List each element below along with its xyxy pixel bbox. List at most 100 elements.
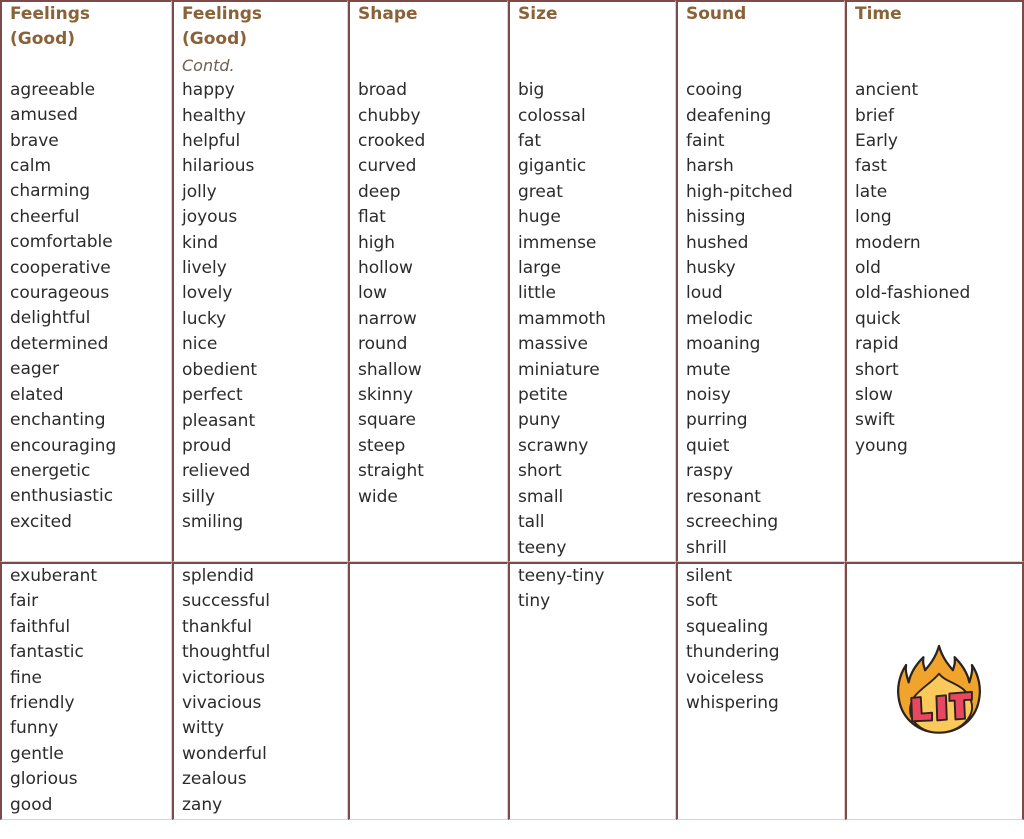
- column-note-contd: Contd.: [182, 55, 235, 75]
- column-title: Feelings: [182, 4, 263, 24]
- word-item: voiceless: [686, 667, 764, 688]
- word-item: perfect: [182, 385, 243, 406]
- word-item: immense: [518, 232, 597, 253]
- word-item: cheerful: [10, 206, 80, 227]
- column-header-feelings-good-2: Feelings (Good) Contd.: [182, 2, 347, 78]
- word-list-shape-a: broad chubby crooked curved deep flat high holl…: [358, 78, 507, 510]
- word-item: teeny: [518, 537, 567, 558]
- word-item: broad: [358, 80, 408, 101]
- word-item: high-pitched: [686, 181, 793, 202]
- header-spacer: [855, 27, 1022, 78]
- column-header-sound: Sound: [686, 2, 844, 27]
- word-item: squealing: [686, 616, 769, 637]
- word-item: enchanting: [10, 410, 106, 431]
- word-item: quick: [855, 308, 901, 329]
- word-item: fast: [855, 156, 887, 177]
- word-item: young: [855, 435, 908, 456]
- header-spacer: [686, 27, 844, 78]
- word-item: short: [855, 359, 899, 380]
- word-item: fantastic: [10, 642, 84, 663]
- word-item: big: [518, 80, 545, 101]
- column-header-shape: Shape: [358, 2, 507, 27]
- word-item: large: [518, 258, 562, 279]
- column-cell-sound: Sound cooing deafening faint harsh high-pitc…: [676, 0, 845, 562]
- column-header-feelings-good-1: Feelings (Good): [10, 2, 171, 53]
- word-list-size-b: teeny-tiny tiny: [518, 564, 675, 615]
- word-item: crooked: [358, 131, 426, 152]
- column-cell-feelings-good-1-cont: exuberant fair faithful fantastic fine friend…: [0, 561, 172, 820]
- word-item: elated: [10, 384, 64, 405]
- word-item: nice: [182, 334, 218, 355]
- lit-emoji-container: [855, 564, 1022, 819]
- word-item: slow: [855, 385, 893, 406]
- word-item: shallow: [358, 359, 422, 380]
- word-item: purring: [686, 410, 748, 431]
- word-item: relieved: [182, 461, 251, 482]
- word-item: faithful: [10, 616, 71, 637]
- word-item: high: [358, 232, 396, 253]
- word-item: great: [518, 181, 563, 202]
- word-item: enthusiastic: [10, 486, 114, 507]
- word-item: healthy: [182, 105, 246, 126]
- word-item: low: [358, 283, 388, 304]
- word-item: faint: [686, 131, 725, 152]
- word-item: gigantic: [518, 156, 587, 177]
- word-item: exuberant: [10, 565, 98, 586]
- word-item: silly: [182, 486, 216, 507]
- word-item: huge: [518, 207, 561, 228]
- word-list-feelings-good-2-a: happy healthy helpful hilarious jolly joyous k…: [182, 78, 347, 535]
- word-item: miniature: [518, 359, 600, 380]
- word-item: thankful: [182, 616, 252, 637]
- word-item: small: [518, 486, 564, 507]
- word-item: noisy: [686, 385, 731, 406]
- word-item: excited: [10, 511, 72, 532]
- word-item: lovely: [182, 283, 233, 304]
- word-item: narrow: [358, 308, 417, 329]
- column-cell-shape: Shape broad chubby crooked curved deep flat hi…: [348, 0, 508, 562]
- word-item: hilarious: [182, 156, 255, 177]
- word-item: skinny: [358, 385, 414, 406]
- word-item: victorious: [182, 667, 265, 688]
- column-title: Size: [518, 4, 558, 24]
- word-item: rapid: [855, 334, 899, 355]
- word-item: glorious: [10, 769, 78, 790]
- adjectives-table: Feelings (Good) agreeable amused brave calm…: [0, 0, 1024, 820]
- word-list-feelings-good-1-a: agreeable amused brave calm charming cheerful…: [10, 78, 171, 535]
- word-item: zany: [182, 794, 223, 815]
- word-item: little: [518, 283, 556, 304]
- word-item: petite: [518, 385, 568, 406]
- header-spacer: [10, 53, 171, 78]
- column-title: Time: [855, 4, 902, 24]
- word-item: encouraging: [10, 435, 117, 456]
- word-item: silent: [686, 565, 733, 586]
- word-item: thoughtful: [182, 642, 271, 663]
- word-item: husky: [686, 258, 736, 279]
- fire-lit-emoji-icon: [896, 645, 981, 735]
- column-cell-size: Size big colossal fat gigantic great huge imme…: [508, 0, 676, 562]
- word-item: witty: [182, 718, 225, 739]
- word-item: proud: [182, 435, 232, 456]
- column-cell-sound-cont: silent soft squealing thundering voiceless wh…: [676, 561, 845, 820]
- word-item: successful: [182, 591, 270, 612]
- word-item: hushed: [686, 232, 749, 253]
- word-item: wide: [358, 486, 398, 507]
- word-list-time-a: ancient brief Early fast late long modern old ol…: [855, 78, 1022, 459]
- word-item: resonant: [686, 486, 761, 507]
- word-item: harsh: [686, 156, 734, 177]
- word-item: friendly: [10, 692, 75, 713]
- word-item: happy: [182, 80, 235, 101]
- word-item: melodic: [686, 308, 754, 329]
- column-header-size: Size: [518, 2, 675, 27]
- word-item: steep: [358, 435, 406, 456]
- word-item: mute: [686, 359, 731, 380]
- column-title: Sound: [686, 4, 747, 24]
- word-item: moaning: [686, 334, 761, 355]
- word-item: obedient: [182, 359, 258, 380]
- word-item: quiet: [686, 435, 730, 456]
- word-item: whispering: [686, 692, 779, 713]
- word-list-sound-b: silent soft squealing thundering voiceless wh…: [686, 564, 844, 716]
- table-row: exuberant fair faithful fantastic fine friend…: [0, 561, 1024, 820]
- word-item: eager: [10, 359, 60, 380]
- word-item: mammoth: [518, 308, 606, 329]
- word-item: old-fashioned: [855, 283, 971, 304]
